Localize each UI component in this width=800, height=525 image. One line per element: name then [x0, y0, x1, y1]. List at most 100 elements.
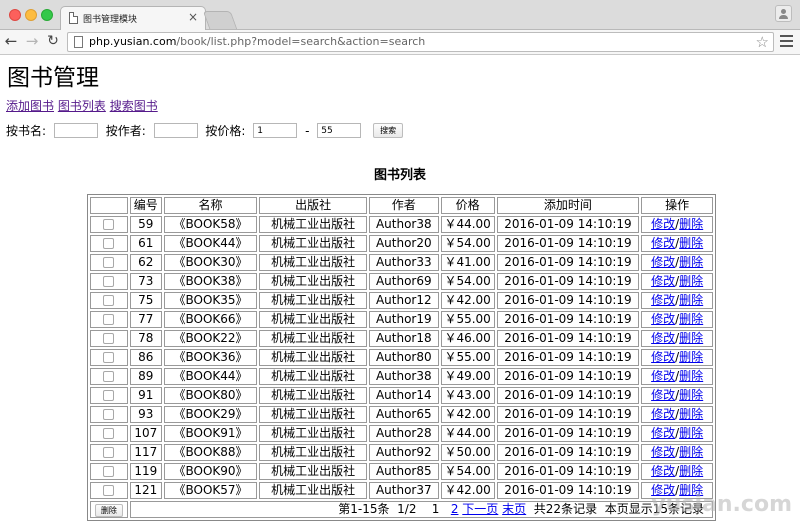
- edit-link[interactable]: 修改: [651, 274, 675, 288]
- cell-time: 2016-01-09 14:10:19: [496, 292, 640, 309]
- address-url: php.yusian.com/book/list.php?model=searc…: [89, 35, 426, 48]
- row-checkbox[interactable]: [103, 333, 115, 344]
- price-max-input[interactable]: [317, 123, 362, 138]
- arrow-left-icon[interactable]: ←: [3, 32, 19, 50]
- delete-link[interactable]: 删除: [679, 369, 703, 383]
- delete-link[interactable]: 删除: [679, 350, 703, 364]
- header-name: 名称: [163, 197, 258, 214]
- author-input[interactable]: [153, 123, 198, 138]
- close-window-button[interactable]: [9, 9, 21, 21]
- table-row: 78 《BOOK22》 机械工业出版社 Author18 ￥46.00 2016-01-0…: [90, 330, 713, 347]
- browser-tab-bar: 图书管理模块 ×: [0, 0, 800, 31]
- row-checkbox[interactable]: [103, 238, 115, 249]
- row-checkbox[interactable]: [103, 276, 115, 287]
- pagination-next-link[interactable]: 下一页: [462, 502, 498, 516]
- close-tab-icon[interactable]: ×: [188, 10, 198, 24]
- cell-publisher: 机械工业出版社: [259, 235, 367, 252]
- edit-link[interactable]: 修改: [651, 217, 675, 231]
- delete-link[interactable]: 删除: [679, 464, 703, 478]
- edit-link[interactable]: 修改: [651, 255, 675, 269]
- row-checkbox[interactable]: [103, 409, 115, 420]
- cell-time: 2016-01-09 14:10:19: [496, 406, 640, 423]
- cell-time: 2016-01-09 14:10:19: [496, 273, 640, 290]
- row-checkbox[interactable]: [103, 314, 115, 325]
- delete-link[interactable]: 删除: [679, 445, 703, 459]
- price-min-input[interactable]: [253, 123, 298, 138]
- address-bar[interactable]: php.yusian.com/book/list.php?model=searc…: [67, 32, 774, 52]
- cell-time: 2016-01-09 14:10:19: [496, 235, 640, 252]
- row-checkbox[interactable]: [103, 447, 115, 458]
- row-checkbox[interactable]: [103, 295, 115, 306]
- row-checkbox-cell: [90, 444, 128, 461]
- search-book-link[interactable]: 搜索图书: [110, 99, 158, 113]
- edit-link[interactable]: 修改: [651, 293, 675, 307]
- cell-id: 117: [129, 444, 162, 461]
- table-row: 86 《BOOK36》 机械工业出版社 Author80 ￥55.00 2016-01-0…: [90, 349, 713, 366]
- arrow-right-icon[interactable]: →: [24, 32, 40, 50]
- edit-link[interactable]: 修改: [651, 312, 675, 326]
- row-checkbox[interactable]: [103, 352, 115, 363]
- add-book-link[interactable]: 添加图书: [6, 99, 54, 113]
- row-checkbox-cell: [90, 273, 128, 290]
- row-checkbox[interactable]: [103, 257, 115, 268]
- edit-link[interactable]: 修改: [651, 350, 675, 364]
- cell-author: Author92: [368, 444, 439, 461]
- browser-tab[interactable]: 图书管理模块 ×: [60, 6, 206, 31]
- delete-link[interactable]: 删除: [679, 293, 703, 307]
- edit-link[interactable]: 修改: [651, 331, 675, 345]
- cell-time: 2016-01-09 14:10:19: [496, 463, 640, 480]
- row-checkbox[interactable]: [103, 428, 115, 439]
- edit-link[interactable]: 修改: [651, 464, 675, 478]
- cell-author: Author14: [368, 387, 439, 404]
- maximize-window-button[interactable]: [41, 9, 53, 21]
- row-checkbox-cell: [90, 482, 128, 499]
- reload-icon[interactable]: ↻: [45, 32, 61, 50]
- delete-link[interactable]: 删除: [679, 407, 703, 421]
- row-checkbox[interactable]: [103, 371, 115, 382]
- cell-name: 《BOOK57》: [163, 482, 258, 499]
- row-checkbox[interactable]: [103, 485, 115, 496]
- cell-price: ￥42.00: [440, 482, 495, 499]
- cell-publisher: 机械工业出版社: [259, 425, 367, 442]
- cell-publisher: 机械工业出版社: [259, 444, 367, 461]
- delete-link[interactable]: 删除: [679, 217, 703, 231]
- hamburger-menu-icon[interactable]: [780, 35, 793, 49]
- price-separator: -: [305, 123, 310, 138]
- new-tab-button[interactable]: [202, 11, 238, 29]
- cell-price: ￥54.00: [440, 235, 495, 252]
- edit-link[interactable]: 修改: [651, 388, 675, 402]
- star-icon[interactable]: ☆: [756, 33, 769, 51]
- pagination-last-link[interactable]: 末页: [502, 502, 526, 516]
- edit-link[interactable]: 修改: [651, 445, 675, 459]
- search-button[interactable]: 搜索: [373, 123, 404, 138]
- row-checkbox[interactable]: [103, 466, 115, 477]
- delete-link[interactable]: 删除: [679, 388, 703, 402]
- minimize-window-button[interactable]: [25, 9, 37, 21]
- edit-link[interactable]: 修改: [651, 369, 675, 383]
- author-label: 按作者:: [105, 124, 146, 138]
- delete-link[interactable]: 删除: [679, 236, 703, 250]
- cell-author: Author19: [368, 311, 439, 328]
- batch-delete-button[interactable]: 删除: [94, 504, 123, 517]
- cell-time: 2016-01-09 14:10:19: [496, 368, 640, 385]
- edit-link[interactable]: 修改: [651, 407, 675, 421]
- cell-actions: 修改/删除: [641, 292, 713, 309]
- edit-link[interactable]: 修改: [651, 236, 675, 250]
- row-checkbox[interactable]: [103, 390, 115, 401]
- row-checkbox[interactable]: [103, 219, 115, 230]
- delete-link[interactable]: 删除: [679, 426, 703, 440]
- delete-link[interactable]: 删除: [679, 312, 703, 326]
- cell-publisher: 机械工业出版社: [259, 330, 367, 347]
- pagination-page-2-link[interactable]: 2: [451, 502, 459, 516]
- cell-price: ￥49.00: [440, 368, 495, 385]
- delete-link[interactable]: 删除: [679, 274, 703, 288]
- user-icon[interactable]: [775, 5, 792, 22]
- book-list-link[interactable]: 图书列表: [58, 99, 106, 113]
- cell-author: Author38: [368, 216, 439, 233]
- cell-price: ￥44.00: [440, 425, 495, 442]
- edit-link[interactable]: 修改: [651, 426, 675, 440]
- delete-link[interactable]: 删除: [679, 331, 703, 345]
- page-title: 图书管理: [7, 65, 99, 91]
- title-input[interactable]: [53, 123, 98, 138]
- delete-link[interactable]: 删除: [679, 255, 703, 269]
